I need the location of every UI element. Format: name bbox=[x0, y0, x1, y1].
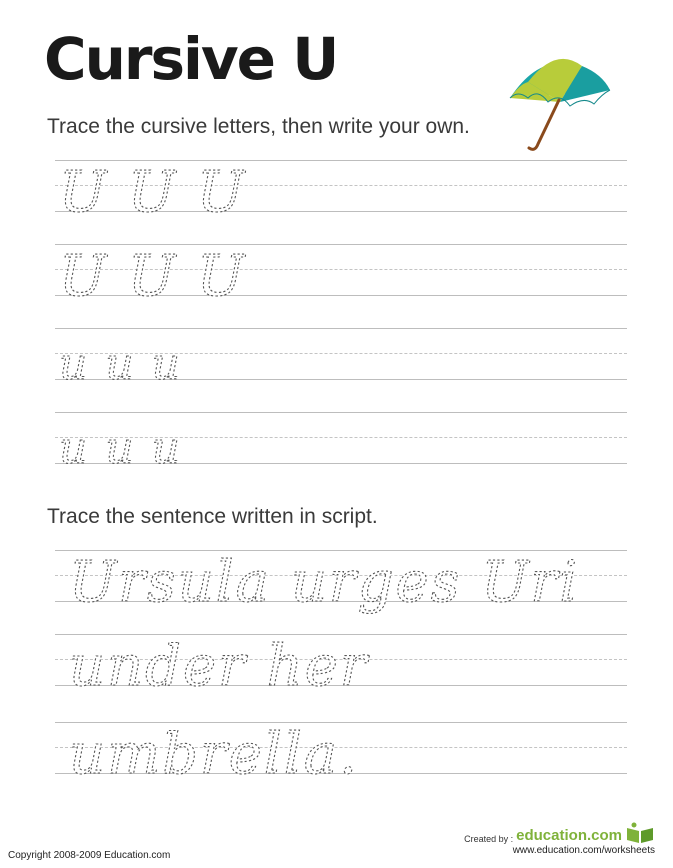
svg-text:under her: under her bbox=[69, 634, 370, 699]
practice-row: U U U bbox=[55, 159, 627, 226]
traceable-sentence: Ursula urges Uri bbox=[68, 549, 577, 615]
footer-branding: Created by : education.com www.education… bbox=[464, 822, 655, 856]
traceable-sentence: umbrella. bbox=[68, 721, 357, 787]
brand-logo-text: education.com bbox=[516, 827, 622, 844]
sentence-row: under her bbox=[55, 633, 627, 700]
practice-row: u u u bbox=[55, 328, 627, 391]
umbrella-icon bbox=[509, 58, 611, 151]
traceable-letters: u u u bbox=[58, 422, 180, 474]
svg-text:umbrella.: umbrella. bbox=[69, 722, 359, 787]
traceable-letters: u u u bbox=[58, 338, 180, 390]
svg-text:u u u: u u u bbox=[59, 339, 182, 390]
traceable-letters: U U U bbox=[58, 243, 244, 309]
practice-row: u u u bbox=[55, 412, 627, 475]
copyright-text: Copyright 2008-2009 Education.com bbox=[8, 850, 171, 861]
instruction-sentence: Trace the sentence written in script. bbox=[47, 505, 378, 528]
svg-text:u u u: u u u bbox=[59, 423, 182, 474]
svg-text:U U U: U U U bbox=[59, 160, 246, 225]
book-logo-icon bbox=[627, 822, 653, 843]
practice-row: U U U bbox=[55, 243, 627, 310]
traceable-sentence: under her bbox=[68, 633, 368, 699]
site-url: www.education.com/worksheets bbox=[512, 845, 655, 856]
sentence-row: umbrella. bbox=[55, 721, 627, 788]
svg-text:U U U: U U U bbox=[59, 244, 246, 309]
sentence-row: Ursula urges Uri bbox=[55, 549, 627, 616]
svg-text:Ursula urges Uri: Ursula urges Uri bbox=[69, 550, 579, 615]
instruction-letters: Trace the cursive letters, then write yo… bbox=[47, 115, 470, 138]
page-title: Cursive U bbox=[44, 25, 339, 93]
created-by-label: Created by : bbox=[464, 834, 514, 844]
traceable-letters: U U U bbox=[58, 159, 244, 225]
